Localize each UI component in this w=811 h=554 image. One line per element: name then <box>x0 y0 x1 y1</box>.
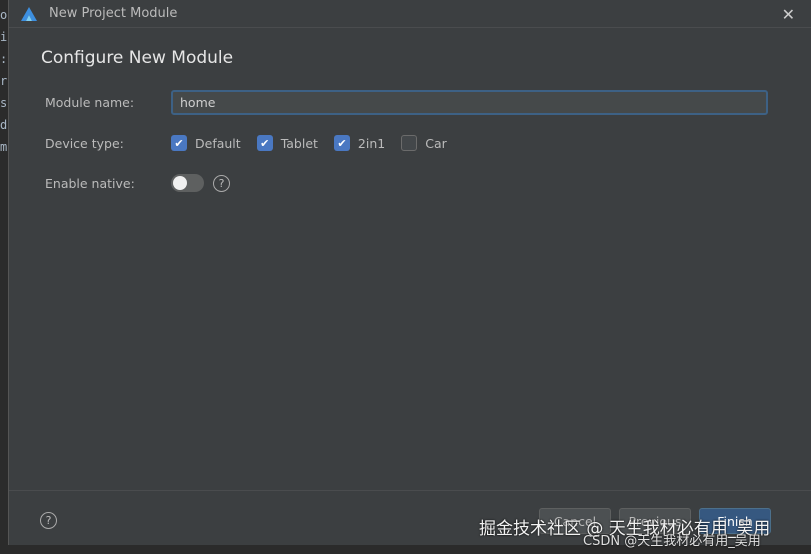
enable-native-toggle[interactable] <box>171 174 204 192</box>
checkbox-checked-icon: ✔ <box>171 135 187 151</box>
module-name-row: Module name: <box>45 90 768 115</box>
checkbox-tablet[interactable]: ✔ Tablet <box>256 135 318 151</box>
checkbox-checked-icon: ✔ <box>333 135 350 151</box>
device-type-label: Device type: <box>45 135 124 151</box>
editor-char: d <box>0 118 8 132</box>
dialog-title: New Project Module <box>49 6 178 21</box>
enable-native-row: Enable native: ? <box>45 174 230 192</box>
editor-char: m <box>0 140 8 154</box>
checkbox-label: Tablet <box>280 135 318 151</box>
close-icon[interactable]: ✕ <box>782 5 795 24</box>
title-bar: New Project Module <box>9 0 811 28</box>
new-project-module-dialog: New Project Module ✕ Configure New Modul… <box>8 0 811 545</box>
checkbox-default[interactable]: ✔ Default <box>171 135 241 151</box>
page-title: Configure New Module <box>41 48 234 68</box>
editor-char: o <box>0 8 8 22</box>
checkbox-unchecked-icon <box>401 135 418 151</box>
app-logo-icon <box>21 6 37 21</box>
editor-char: : <box>0 52 8 66</box>
help-icon[interactable]: ? <box>40 512 57 529</box>
checkbox-checked-icon: ✔ <box>256 135 273 151</box>
editor-char: r <box>0 74 8 88</box>
device-type-row: Device type: ✔ Default ✔ Tablet ✔ 2in1 Car <box>45 135 463 151</box>
editor-char: i <box>0 30 8 44</box>
checkbox-2in1[interactable]: ✔ 2in1 <box>333 135 386 151</box>
editor-char: s <box>0 96 8 110</box>
module-name-label: Module name: <box>45 95 135 110</box>
checkbox-label: Car <box>425 135 447 151</box>
checkbox-label: 2in1 <box>357 135 386 151</box>
checkbox-label: Default <box>195 135 241 151</box>
module-name-input[interactable] <box>171 90 768 115</box>
enable-native-label: Enable native: <box>45 175 135 191</box>
code-editor-background: o i : r s d m <box>0 0 8 554</box>
watermark: CSDN @天生我材必有用_吴用 <box>583 534 761 549</box>
help-icon[interactable]: ? <box>213 174 230 192</box>
checkbox-car[interactable]: Car <box>401 135 447 151</box>
